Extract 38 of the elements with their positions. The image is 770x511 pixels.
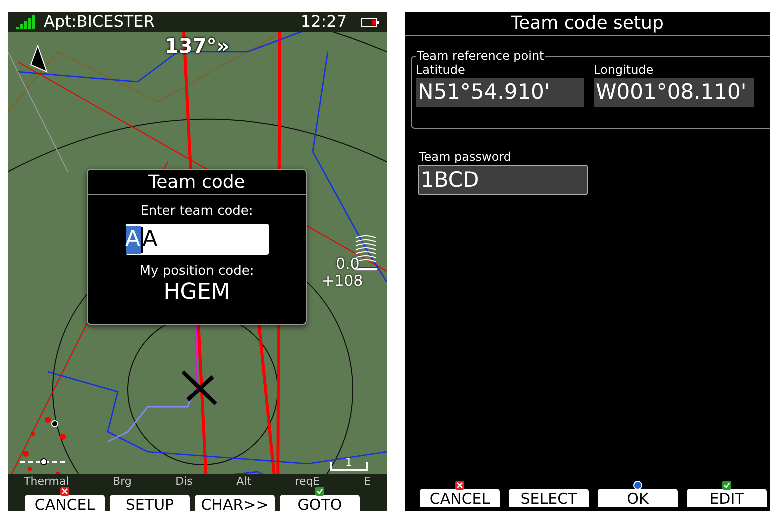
soft-button[interactable]: CANCEL — [420, 489, 500, 507]
soft-button[interactable]: GOTO — [280, 495, 360, 511]
screen-title: Team code setup — [405, 12, 770, 36]
longitude-field[interactable]: W001°08.110' — [594, 78, 754, 107]
soft-button[interactable]: OK — [598, 489, 678, 507]
signal-icon — [16, 15, 36, 29]
dialog-title: Team code — [88, 170, 306, 195]
soft-button[interactable]: EDIT — [687, 489, 767, 507]
battery-icon — [361, 18, 379, 26]
vario-value: 0.0 — [336, 256, 360, 272]
check-icon — [722, 481, 732, 490]
clock-time: 12:27 — [300, 12, 347, 32]
prompt-label: Enter team code: — [140, 204, 254, 220]
soft-button[interactable]: SELECT — [509, 489, 589, 507]
altitude-value: +108 — [322, 273, 364, 289]
nav-label: Dis — [176, 475, 193, 488]
nav-label: E — [364, 475, 371, 488]
soft-button[interactable]: SETUP — [110, 495, 190, 511]
text-cursor — [140, 226, 143, 252]
soft-button[interactable]: CHAR>> — [195, 495, 275, 511]
nav-label: Alt — [236, 475, 252, 488]
longitude-label: Longitude — [594, 63, 655, 78]
position-code: HGEM — [162, 280, 232, 306]
password-label: Team password — [419, 150, 513, 165]
arrow-icon — [30, 45, 48, 73]
position-label: My position code: — [138, 264, 256, 280]
check-icon — [316, 487, 324, 496]
nav-label: Thermal — [24, 475, 70, 488]
waypoint-name: Apt:BICESTER — [44, 12, 155, 32]
soft-button[interactable]: CANCEL — [25, 495, 105, 511]
password-field[interactable]: 1BCD — [418, 165, 588, 195]
cancel-icon — [456, 481, 464, 490]
cancel-icon — [60, 487, 70, 496]
group-legend: Team reference point — [416, 50, 546, 63]
latitude-label: Latitude — [416, 63, 466, 78]
nav-label: reqE — [295, 475, 320, 488]
nav-label: Brg — [113, 475, 132, 488]
latitude-field[interactable]: N51°54.910' — [416, 78, 584, 107]
